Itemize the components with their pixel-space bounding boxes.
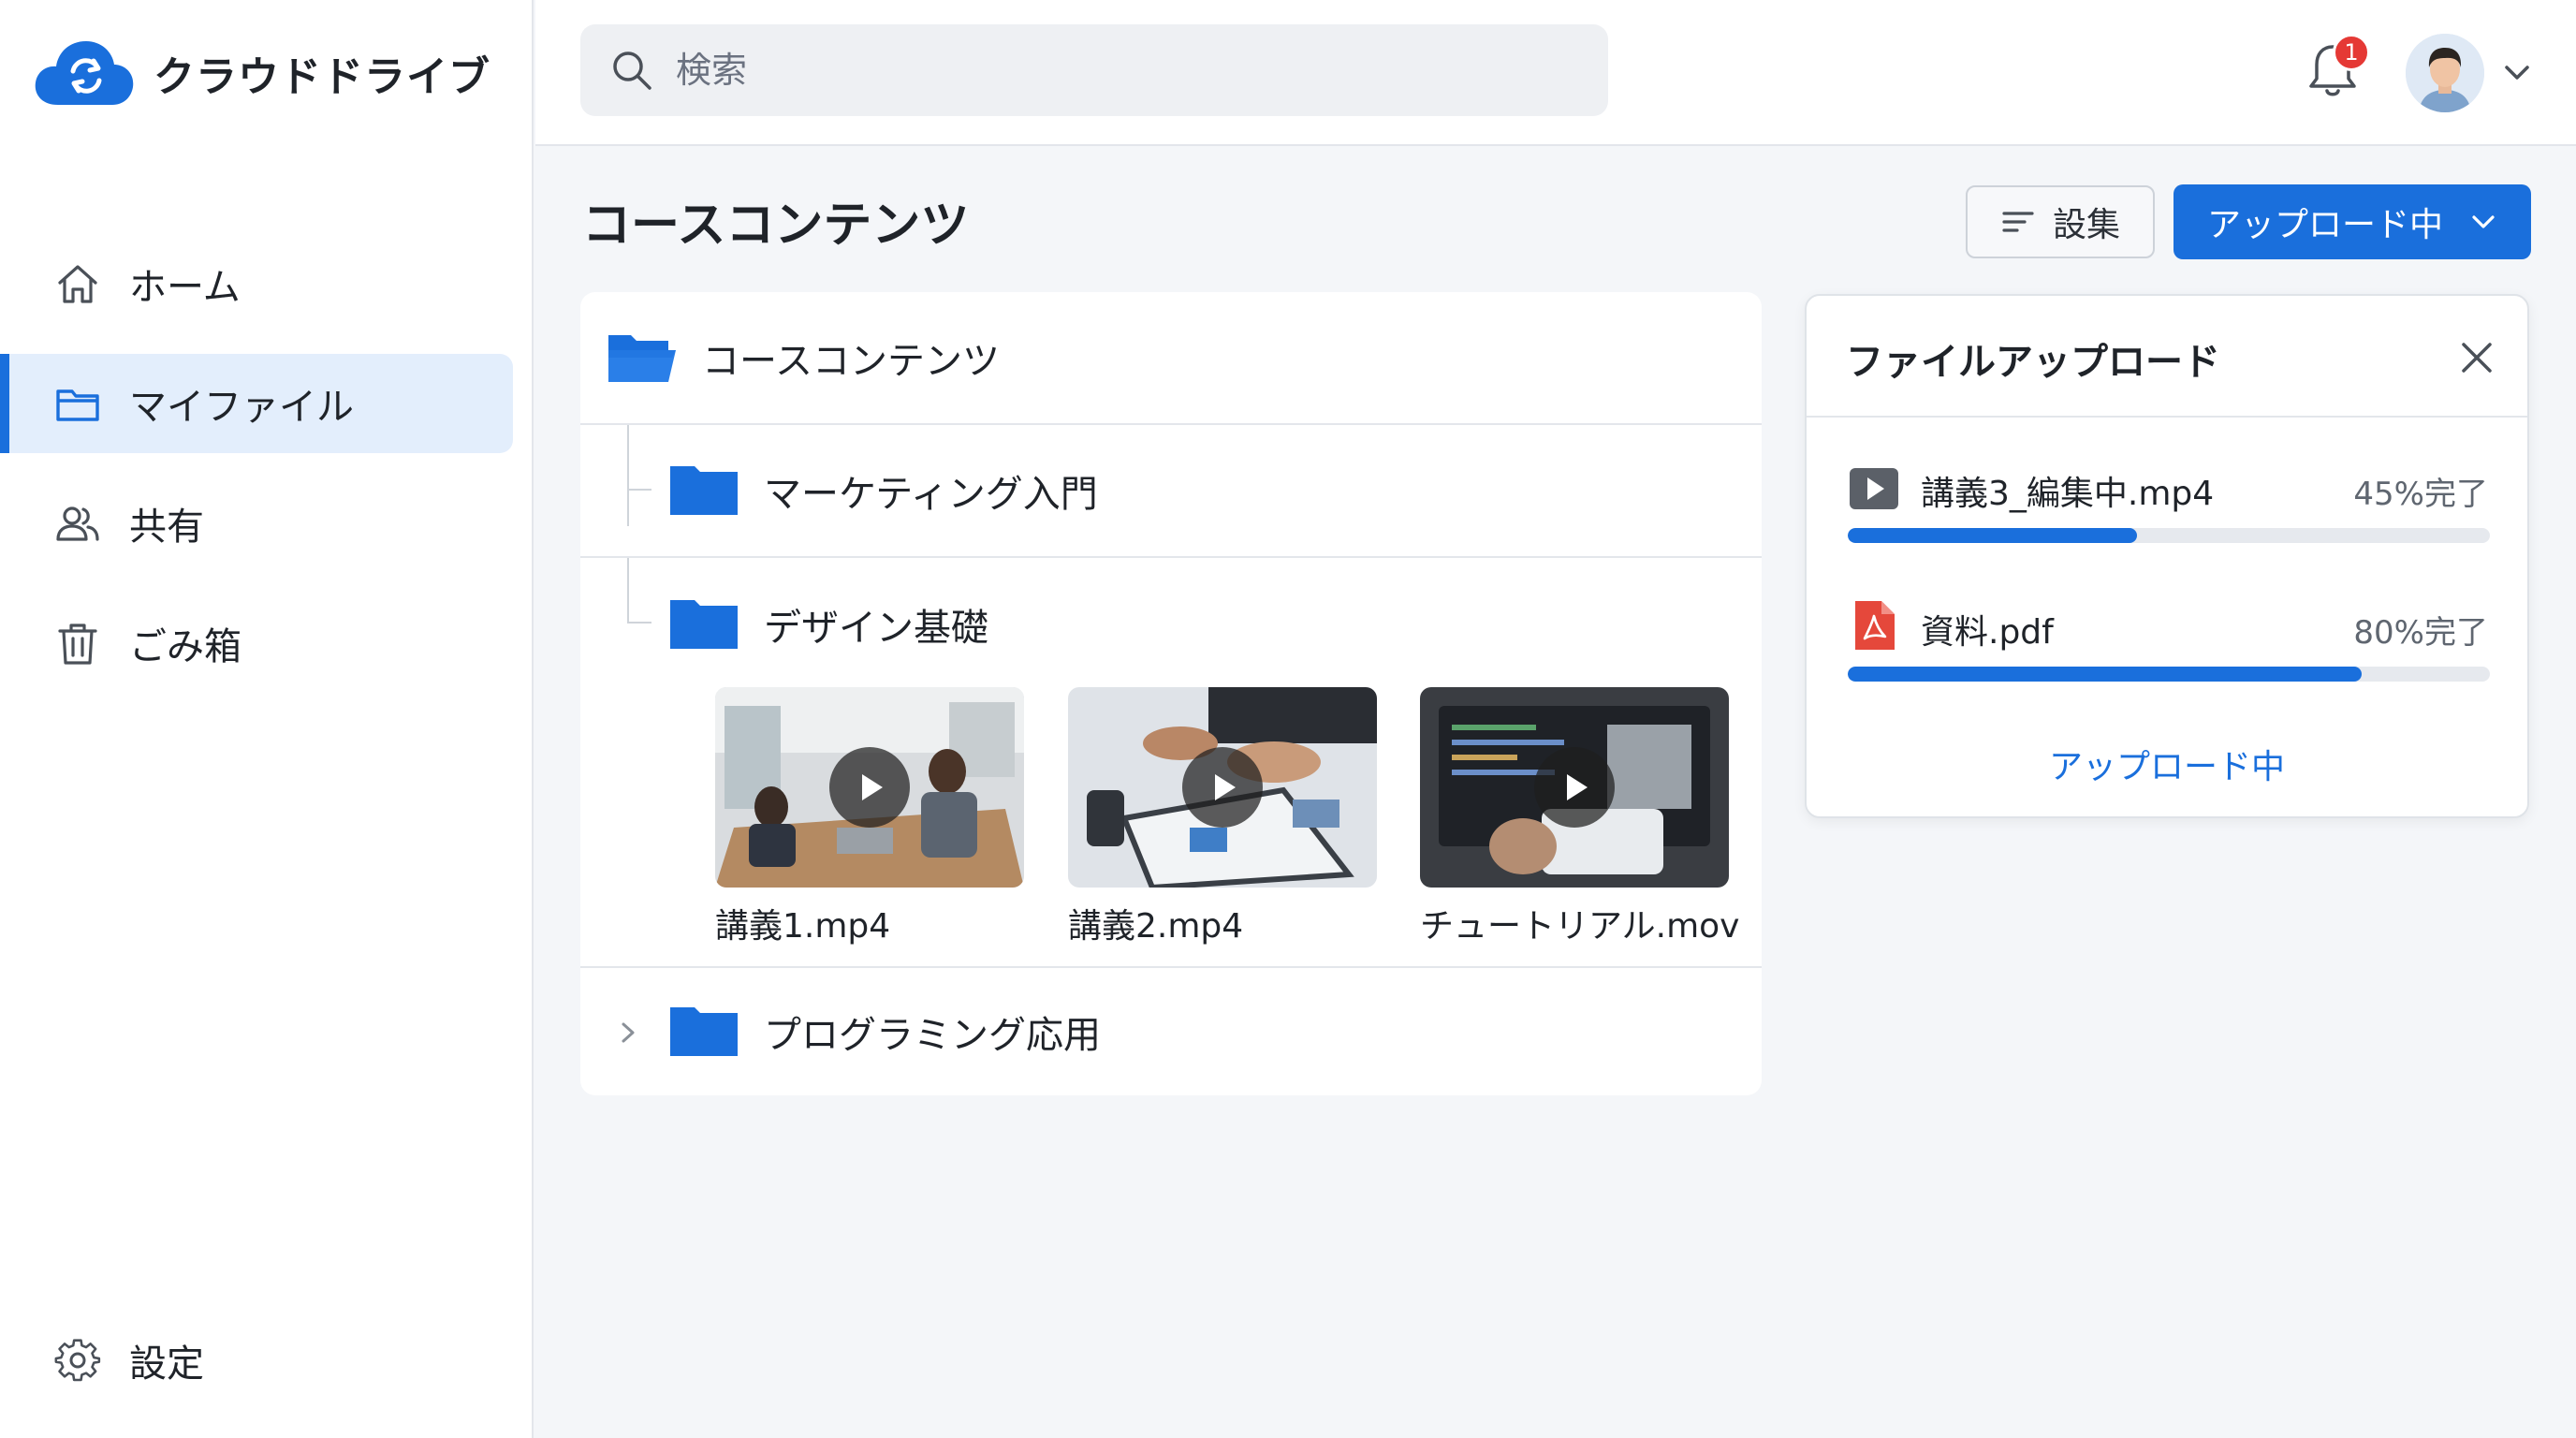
settings-label: 設定 <box>129 1343 204 1386</box>
file-tree: コースコンテンツ マーケティング入門 デザイン基礎 講義1.mp4 講義2.mp… <box>580 292 1762 1095</box>
users-icon <box>56 506 99 541</box>
top-bar: 1 <box>535 0 2576 146</box>
sidebar-item-label: マイファイル <box>129 386 354 429</box>
upload-progress-text: 45%完了 <box>2353 476 2488 513</box>
sidebar-item-label: 共有 <box>129 506 204 549</box>
uploading-status-link[interactable]: アップロード中 <box>1807 740 2527 788</box>
folder-label: プログラミング応用 <box>764 1014 1101 1057</box>
folder-label: マーケティング入門 <box>764 473 1098 516</box>
tree-root-row[interactable]: コースコンテンツ <box>580 292 1762 425</box>
sidebar-item-settings[interactable]: 設定 <box>0 1313 513 1407</box>
sidebar-item-home[interactable]: ホーム <box>0 234 513 333</box>
sidebar-item-trash[interactable]: ごみ箱 <box>0 594 513 693</box>
folder-icon <box>670 600 738 649</box>
video-thumbnail[interactable] <box>1420 687 1729 888</box>
gear-icon <box>54 1339 101 1382</box>
tree-folder-row[interactable]: プログラミング応用 <box>580 966 1762 1095</box>
upload-button[interactable]: アップロード中 <box>2174 184 2531 259</box>
search-icon <box>613 51 651 90</box>
folder-icon <box>670 466 738 515</box>
sidebar-item-shared[interactable]: 共有 <box>0 474 513 573</box>
play-button[interactable] <box>1182 747 1263 828</box>
video-file-name[interactable]: 講義2.mp4 <box>1068 899 1243 947</box>
notification-badge: 1 <box>2333 34 2370 71</box>
video-thumbnail[interactable] <box>1068 687 1377 888</box>
upload-panel-title: ファイルアップロード <box>1846 341 2220 384</box>
avatar[interactable] <box>2406 34 2484 112</box>
pdf-file-icon <box>1855 601 1895 650</box>
upload-file-name: 講義3_編集中.mp4 <box>1921 475 2215 513</box>
sidebar-item-label: ホーム <box>129 266 241 309</box>
search-input[interactable] <box>676 50 1518 91</box>
home-icon <box>58 265 97 303</box>
sort-lines-icon <box>2002 212 2034 232</box>
sidebar-item-my-files[interactable]: マイファイル <box>0 354 513 453</box>
upload-progress-fill <box>1848 528 2137 543</box>
play-icon <box>862 774 883 800</box>
chevron-down-icon[interactable] <box>2501 58 2533 86</box>
tree-folder-row-expanded[interactable]: デザイン基礎 <box>580 558 1762 691</box>
user-avatar-icon <box>2406 34 2484 112</box>
play-button[interactable] <box>1534 747 1615 828</box>
video-file-name[interactable]: チュートリアル.mov <box>1420 899 1739 947</box>
sidebar: クラウドドライブ ホーム マイファイル 共有 ごみ箱 設定 <box>0 0 534 1438</box>
app-name: クラウドドライブ <box>154 53 490 101</box>
upload-progress-bar <box>1848 528 2490 543</box>
video-file-name[interactable]: 講義1.mp4 <box>715 899 890 947</box>
play-button[interactable] <box>829 747 910 828</box>
video-thumbnail[interactable] <box>715 687 1024 888</box>
video-file-icon <box>1850 468 1898 509</box>
trash-icon <box>58 624 97 665</box>
edit-button-label: 設集 <box>2052 206 2120 244</box>
cloud-sync-logo-icon <box>35 41 134 105</box>
divider <box>1807 416 2527 418</box>
tree-root-label: コースコンテンツ <box>702 340 1000 383</box>
play-icon <box>1215 774 1236 800</box>
close-icon[interactable] <box>2458 339 2496 376</box>
upload-progress-fill <box>1848 667 2362 682</box>
sidebar-nav: ホーム マイファイル 共有 ごみ箱 <box>0 234 534 713</box>
upload-file-name: 資料.pdf <box>1921 613 2054 652</box>
search-box[interactable] <box>580 24 1608 116</box>
folder-label: デザイン基礎 <box>764 607 988 650</box>
open-folder-icon <box>608 335 676 382</box>
edit-button[interactable]: 設集 <box>1966 185 2155 258</box>
play-icon <box>1567 774 1588 800</box>
chevron-down-icon <box>2472 215 2495 228</box>
brand[interactable]: クラウドドライブ <box>32 36 490 110</box>
upload-progress-bar <box>1848 667 2490 682</box>
folder-icon <box>56 389 99 421</box>
sidebar-item-label: ごみ箱 <box>129 625 242 668</box>
page-title: コースコンテンツ <box>582 198 970 254</box>
upload-panel: ファイルアップロード 講義3_編集中.mp4 45%完了 資料.pdf 80%完… <box>1805 294 2529 818</box>
chevron-right-icon[interactable] <box>614 1019 642 1047</box>
folder-icon <box>670 1007 738 1056</box>
upload-button-label: アップロード中 <box>2206 206 2443 244</box>
tree-folder-row[interactable]: マーケティング入門 <box>580 425 1762 558</box>
upload-progress-text: 80%完了 <box>2353 614 2488 652</box>
